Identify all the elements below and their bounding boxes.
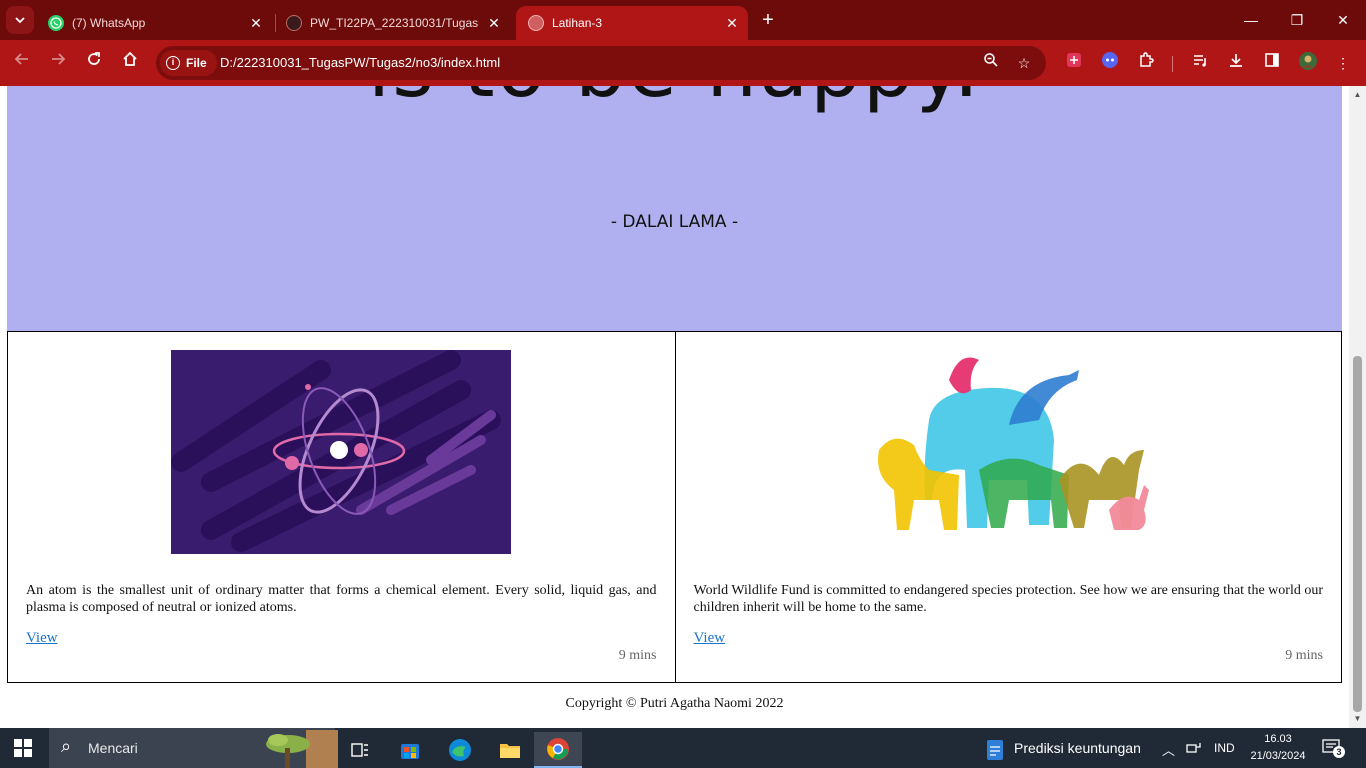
card-atom: An atom is the smallest unit of ordinary… <box>8 332 675 682</box>
home-icon <box>123 51 137 66</box>
profile-avatar[interactable] <box>1296 51 1320 75</box>
info-icon: i <box>166 56 180 70</box>
extension-discord-icon[interactable] <box>1098 51 1122 75</box>
whatsapp-icon <box>48 15 64 31</box>
wildlife-animals-illustration <box>877 357 1149 530</box>
bookmark-star-icon[interactable]: ☆ <box>1013 52 1035 74</box>
task-view-icon[interactable] <box>336 732 384 768</box>
close-tab-icon[interactable]: ✕ <box>486 15 502 31</box>
tab-github[interactable]: PW_TI22PA_222310031/Tugas 2 ✕ <box>274 6 510 40</box>
toolbar-separator <box>1172 56 1173 72</box>
hero-banner: is to be happy. - DALAI LAMA - <box>7 86 1342 331</box>
tab-search-button[interactable] <box>6 6 34 34</box>
extension-red-icon[interactable] <box>1062 51 1086 75</box>
view-link[interactable]: View <box>694 630 726 647</box>
hero-quote: is to be happy. <box>7 86 1342 115</box>
card-wildlife: World Wildlife Fund is committed to enda… <box>674 332 1342 682</box>
atom-illustration <box>171 350 511 554</box>
browser-toolbar: i File D:/222310031_TugasPW/Tugas2/no3/i… <box>0 40 1366 86</box>
url-text[interactable]: D:/222310031_TugasPW/Tugas2/no3/index.ht… <box>220 55 500 70</box>
reload-icon <box>88 52 100 65</box>
tab-whatsapp[interactable]: (7) WhatsApp ✕ <box>36 6 272 40</box>
new-tab-button[interactable]: + <box>756 8 780 32</box>
puzzle-icon[interactable] <box>1134 51 1158 75</box>
scroll-up-arrow[interactable]: ▲ <box>1349 88 1366 102</box>
scroll-down-arrow[interactable]: ▼ <box>1349 712 1366 726</box>
document-icon[interactable] <box>982 732 1008 768</box>
edge-icon[interactable] <box>436 732 484 768</box>
download-icon[interactable] <box>1224 51 1248 75</box>
notification-badge: 3 <box>1333 746 1345 758</box>
clock-date: 21/03/2024 <box>1250 750 1306 762</box>
back-button[interactable] <box>10 51 34 75</box>
windows-taskbar: ⌕ Mencari Prediksi keuntungan ︿ IND 16.0… <box>0 728 1366 768</box>
browser-tab-bar: (7) WhatsApp ✕ PW_TI22PA_222310031/Tugas… <box>0 0 1366 40</box>
network-icon[interactable] <box>1186 740 1202 757</box>
scheme-label: File <box>186 56 207 70</box>
search-placeholder: Mencari <box>88 740 138 756</box>
search-icon: ⌕ <box>61 736 72 756</box>
language-indicator[interactable]: IND <box>1214 741 1235 755</box>
card-grid: An atom is the smallest unit of ordinary… <box>7 331 1342 683</box>
close-window-button[interactable]: ✕ <box>1331 8 1355 32</box>
card-description: World Wildlife Fund is committed to enda… <box>693 583 1324 615</box>
taskbar-search[interactable]: ⌕ Mencari <box>49 728 338 768</box>
chevron-down-icon <box>15 17 25 24</box>
windows-start-icon[interactable] <box>14 739 32 757</box>
chevron-up-icon[interactable]: ︿ <box>1162 740 1175 759</box>
github-icon <box>286 15 302 31</box>
file-explorer-icon[interactable] <box>486 732 534 768</box>
pinned-window-title[interactable]: Prediksi keuntungan <box>1014 740 1141 756</box>
read-time: 9 mins <box>1285 648 1323 663</box>
globe-icon <box>528 15 544 31</box>
minimize-button[interactable]: — <box>1239 8 1263 32</box>
media-control-icon[interactable] <box>1188 51 1212 75</box>
home-button[interactable] <box>118 51 142 75</box>
kebab-menu-icon[interactable]: ⋮ <box>1331 51 1355 75</box>
page-footer: Copyright © Putri Agatha Naomi 2022 <box>565 696 784 711</box>
arrow-right-icon <box>52 53 66 65</box>
site-info-chip[interactable]: i File <box>160 50 217 76</box>
page-viewport: is to be happy. - DALAI LAMA - <box>0 86 1366 728</box>
view-link[interactable]: View <box>26 630 58 647</box>
address-bar[interactable]: i File D:/222310031_TugasPW/Tugas2/no3/i… <box>156 46 1046 80</box>
tab-title: (7) WhatsApp <box>72 16 146 30</box>
microsoft-store-icon[interactable] <box>386 732 434 768</box>
forward-button[interactable] <box>46 51 70 75</box>
chrome-icon[interactable] <box>534 732 582 768</box>
reload-button[interactable] <box>82 51 106 75</box>
side-panel-icon[interactable] <box>1260 51 1284 75</box>
restore-button[interactable]: ❐ <box>1285 8 1309 32</box>
tab-latihan-3[interactable]: Latihan-3 ✕ <box>516 6 748 40</box>
notification-center-icon[interactable]: 3 <box>1322 738 1345 758</box>
system-clock[interactable]: 16.03 21/03/2024 <box>1248 731 1308 765</box>
hero-author: - DALAI LAMA - <box>610 212 739 232</box>
tab-title: Latihan-3 <box>552 16 603 30</box>
arrow-left-icon <box>14 53 28 65</box>
zoom-icon[interactable] <box>980 52 1002 74</box>
read-time: 9 mins <box>618 648 657 663</box>
clock-time: 16.03 <box>1264 733 1292 745</box>
close-tab-icon[interactable]: ✕ <box>248 15 264 31</box>
search-highlight-tree-icon <box>266 730 338 768</box>
scrollbar-thumb[interactable] <box>1353 356 1362 712</box>
close-tab-icon[interactable]: ✕ <box>724 15 740 31</box>
card-description: An atom is the smallest unit of ordinary… <box>26 583 657 615</box>
tab-title: PW_TI22PA_222310031/Tugas 2 <box>310 16 478 30</box>
vertical-scrollbar[interactable]: ▲ ▼ <box>1349 86 1366 728</box>
